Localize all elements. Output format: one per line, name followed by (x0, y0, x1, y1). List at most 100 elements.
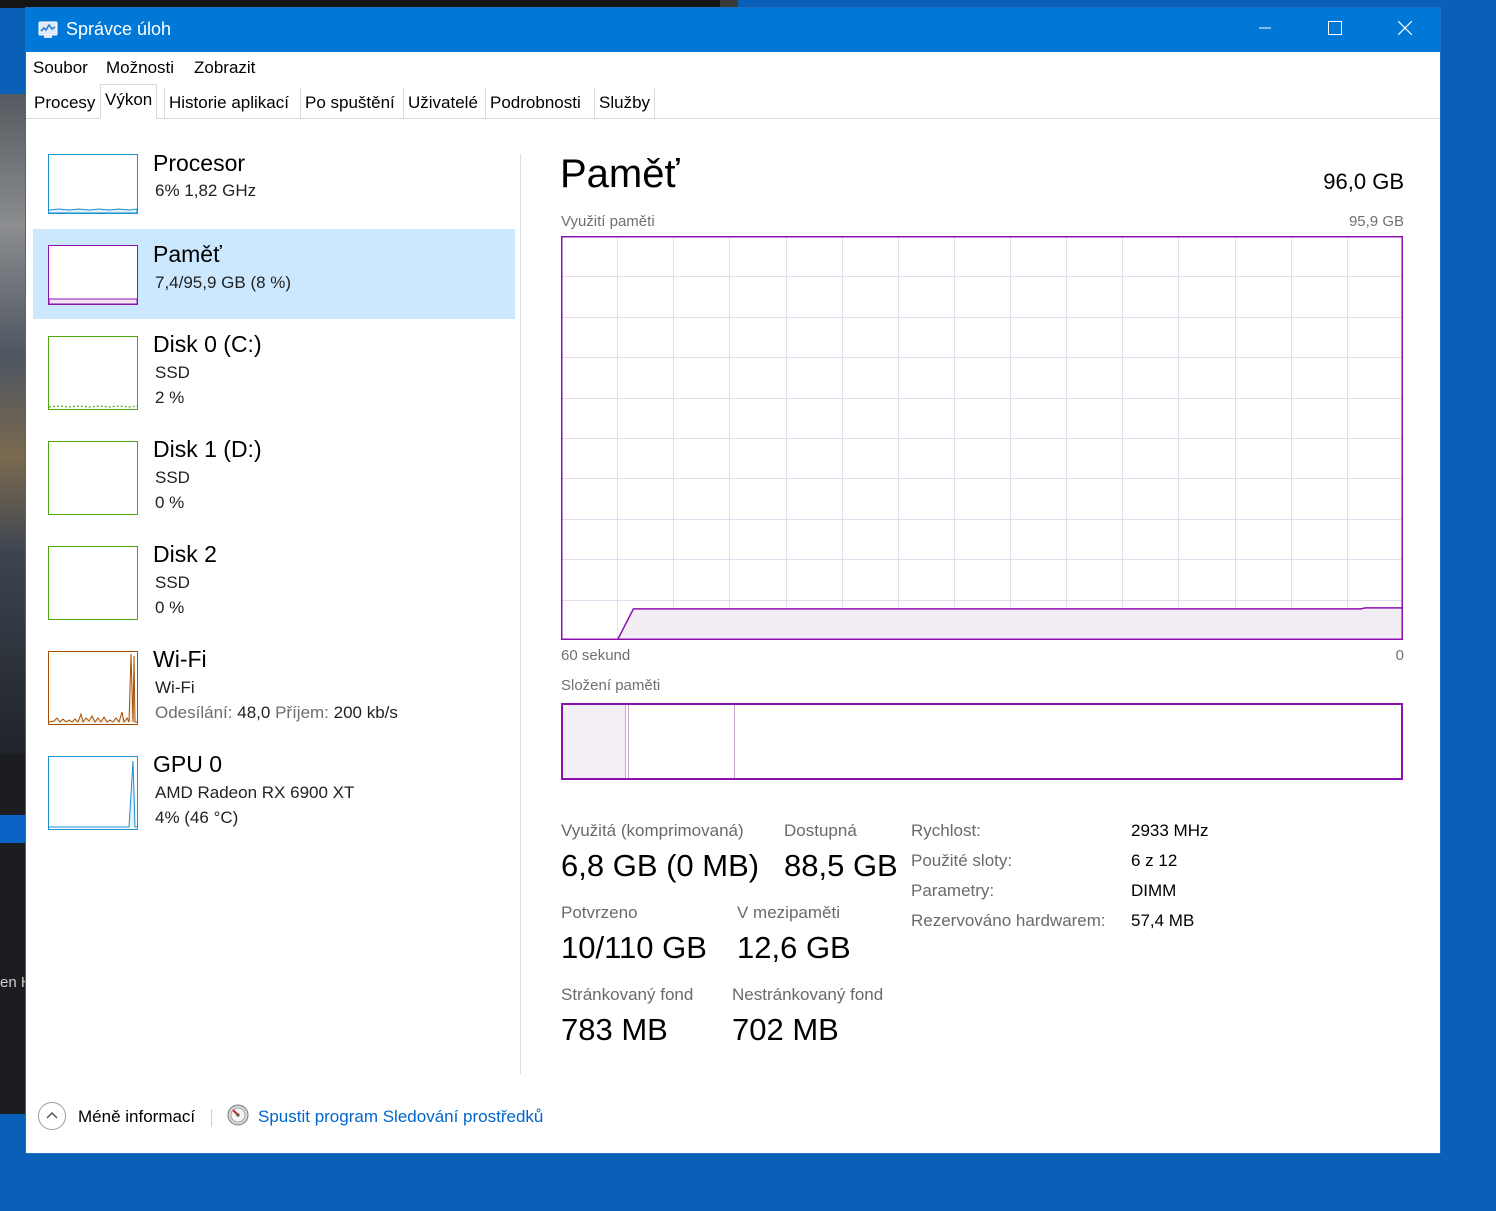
sidebar-item-name: Disk 1 (D:) (153, 436, 262, 462)
tab-procesy[interactable]: Procesy (30, 88, 99, 118)
receive-value: 200 kb/s (333, 703, 398, 722)
usage-graph-max: 95,9 GB (1348, 213, 1404, 230)
maximize-button[interactable] (1300, 8, 1370, 52)
memory-usage-chart (561, 236, 1403, 641)
slots-value: 6 z 12 (1131, 851, 1178, 870)
panel-divider (520, 154, 521, 1074)
sidebar-item-name: Procesor (153, 150, 246, 176)
form-factor-label: Parametry: (911, 881, 995, 900)
sidebar-item-gpu-0[interactable]: GPU 0 AMD Radeon RX 6900 XT 4% (46 °C) (33, 739, 515, 830)
menu-soubor[interactable]: Soubor (33, 58, 88, 78)
memory-total: 96,0 GB (1323, 169, 1404, 194)
close-button[interactable] (1370, 8, 1440, 52)
send-value: 48,0 (237, 703, 271, 722)
composition-label: Složení paměti (561, 677, 661, 694)
composition-in-use (563, 705, 625, 778)
close-icon (1397, 20, 1413, 40)
sidebar-item-usage: 0 % (155, 493, 185, 512)
sidebar-item-pamet[interactable]: Paměť 7,4/95,9 GB (8 %) (33, 229, 515, 319)
minimize-icon (1259, 21, 1271, 39)
sidebar-item-disk-1[interactable]: Disk 1 (D:) SSD 0 % (33, 424, 515, 515)
sidebar-item-detail: 7,4/95,9 GB (8 %) (155, 273, 292, 292)
sidebar-item-procesor[interactable]: Procesor 6% 1,82 GHz (33, 137, 515, 227)
sidebar-item-name: Wi-Fi (153, 646, 207, 672)
sidebar-item-name: Disk 0 (C:) (153, 331, 262, 357)
resource-monitor-icon[interactable] (227, 1104, 249, 1126)
sidebar-item-type: SSD (155, 363, 190, 382)
desktop-background (720, 0, 738, 8)
window-title: Správce úloh (66, 19, 172, 39)
receive-label: Příjem: (275, 703, 329, 722)
open-resource-monitor-link[interactable]: Spustit program Sledování prostředků (258, 1107, 543, 1127)
graph-axis-left: 60 sekund (561, 647, 631, 664)
sidebar-item-disk-0[interactable]: Disk 0 (C:) SSD 2 % (33, 319, 515, 410)
sidebar-item-disk-2[interactable]: Disk 2 SSD 0 % (33, 529, 515, 620)
sidebar-item-gpu-model: AMD Radeon RX 6900 XT (155, 783, 355, 802)
sidebar-item-adapter: Wi-Fi (155, 678, 195, 697)
cpu-mini-graph (48, 154, 138, 214)
memory-usage-area (617, 607, 1403, 640)
tab-po-spusteni[interactable]: Po spuštění (300, 88, 399, 118)
task-manager-window: Správce úloh Soubor Možnosti Zobrazit Pr… (26, 8, 1440, 1153)
sidebar-item-type: SSD (155, 573, 190, 592)
sidebar-item-type: SSD (155, 468, 190, 487)
form-factor-value: DIMM (1131, 881, 1177, 900)
tab-strip: Procesy Výkon Historie aplikací Po spušt… (26, 82, 1440, 119)
maximize-icon (1328, 20, 1342, 40)
committed-value: 10/110 GB (561, 930, 707, 965)
tab-uzivatele[interactable]: Uživatelé (403, 88, 482, 118)
tab-sluzby[interactable]: Služby (594, 88, 656, 118)
minimize-button[interactable] (1230, 8, 1300, 52)
gpu-mini-graph (48, 756, 138, 830)
task-manager-icon (38, 21, 58, 39)
tab-podrobnosti[interactable]: Podrobnosti (485, 88, 585, 118)
tab-vykon[interactable]: Výkon (100, 84, 158, 119)
title-bar[interactable]: Správce úloh (26, 8, 1440, 52)
page-title: Paměť (560, 152, 680, 196)
graph-axis-right: 0 (1395, 647, 1404, 664)
in-use-label: Využitá (komprimovaná) (561, 821, 744, 840)
speed-label: Rychlost: (911, 821, 981, 840)
wifi-throughput: Odesílání: 48,0 Příjem: 200 kb/s (155, 703, 398, 723)
fewer-details-link[interactable]: Méně informací (78, 1107, 195, 1127)
menu-moznosti[interactable]: Možnosti (106, 58, 174, 78)
background-window-highlight (0, 815, 26, 843)
cached-value: 12,6 GB (737, 930, 851, 965)
tab-historie-aplikaci[interactable]: Historie aplikací (164, 88, 293, 118)
sidebar-item-usage: 0 % (155, 598, 185, 617)
disk0-mini-graph (48, 336, 138, 410)
wifi-mini-graph (48, 651, 138, 725)
usage-graph-label: Využití paměti (561, 213, 655, 230)
paged-pool-label: Stránkovaný fond (561, 985, 694, 1004)
sidebar-item-detail: 6% 1,82 GHz (155, 181, 257, 200)
sidebar-item-usage: 2 % (155, 388, 185, 407)
sidebar-item-name: Paměť (153, 241, 222, 267)
available-value: 88,5 GB (784, 848, 898, 883)
memory-usage-graph (561, 236, 1403, 641)
speed-value: 2933 MHz (1131, 821, 1209, 840)
hardware-reserved-value: 57,4 MB (1131, 911, 1195, 930)
send-label: Odesílání: (155, 703, 233, 722)
sidebar-item-name: Disk 2 (153, 541, 217, 567)
nonpaged-pool-value: 702 MB (732, 1012, 839, 1047)
hardware-reserved-label: Rezervováno hardwarem: (911, 911, 1106, 930)
composition-divider (628, 705, 629, 778)
slots-label: Použité sloty: (911, 851, 1013, 870)
disk2-mini-graph (48, 546, 138, 620)
committed-label: Potvrzeno (561, 903, 638, 922)
sidebar-item-usage: 4% (46 °C) (155, 808, 239, 827)
sidebar-item-wifi[interactable]: Wi-Fi Wi-Fi Odesílání: 48,0 Příjem: 200 … (33, 634, 515, 725)
fewer-details-button[interactable] (38, 1102, 66, 1130)
memory-composition-bar (561, 703, 1403, 780)
nonpaged-pool-label: Nestránkovaný fond (732, 985, 884, 1004)
sidebar-item-name: GPU 0 (153, 751, 223, 777)
available-label: Dostupná (784, 821, 857, 840)
footer-divider (211, 1109, 212, 1127)
composition-standby-divider (734, 705, 735, 778)
paged-pool-value: 783 MB (561, 1012, 668, 1047)
background-photo (0, 94, 26, 754)
menu-zobrazit[interactable]: Zobrazit (194, 58, 255, 78)
menu-bar: Soubor Možnosti Zobrazit (26, 52, 1440, 82)
composition-modified (625, 705, 626, 778)
in-use-value: 6,8 GB (0 MB) (561, 848, 760, 883)
